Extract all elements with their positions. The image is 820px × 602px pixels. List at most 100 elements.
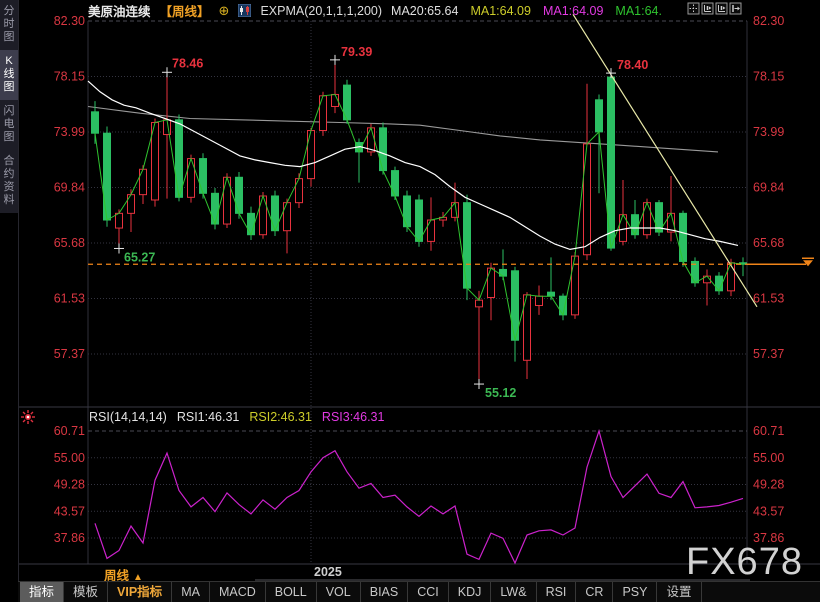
candlestick-chart-icon [238,4,251,18]
candle-body[interactable] [104,133,111,220]
price-annotation: 55.12 [485,386,516,400]
trendline[interactable] [573,14,757,307]
candle-body[interactable] [488,268,495,297]
tab-PSY[interactable]: PSY [613,582,657,602]
rsi1-value: RSI1:46.31 [177,410,240,424]
add-indicator-icon[interactable]: ⊕ [219,3,230,19]
rsi-axis-label-left: 37.86 [54,531,85,545]
candle-body[interactable] [680,213,687,261]
indicator-burst-icon[interactable] [23,420,25,422]
candle-body[interactable] [236,177,243,213]
y-axis-label-right: 69.84 [753,181,784,195]
indicator-burst-icon [27,416,30,419]
tab-模板[interactable]: 模板 [64,582,108,602]
candle-body[interactable] [416,200,423,241]
ma-value-1: MA1:64.09 [470,4,530,18]
period-tag: 【周线】 [160,1,210,20]
tab-MA[interactable]: MA [172,582,210,602]
rsi-header: RSI(14,14,14) RSI1:46.31 RSI2:46.31 RSI3… [89,410,384,424]
app-window: 82.3082.3078.1578.1573.9973.9969.8469.84… [0,0,820,602]
candle-body[interactable] [464,203,471,288]
candle-body[interactable] [116,213,123,228]
price-annotation: 65.27 [124,250,155,264]
y-axis-label-right: 73.99 [753,125,784,139]
rsi-axis-label-left: 60.71 [54,424,85,438]
tab-BOLL[interactable]: BOLL [266,582,317,602]
watermark: FX678 [686,541,803,584]
candle-body[interactable] [548,292,555,296]
candle-body[interactable] [320,96,327,131]
candle-body[interactable] [308,131,315,179]
tab-RSI[interactable]: RSI [537,582,577,602]
candle-body[interactable] [212,193,219,224]
instrument-title: 美原油连续 [88,1,151,20]
y-axis-label-left: 78.15 [54,70,85,84]
candle-body[interactable] [248,213,255,234]
tab-指标[interactable]: 指标 [20,582,64,602]
rsi2-value: RSI2:46.31 [249,410,312,424]
candle-body[interactable] [140,169,147,194]
price-marker-icon[interactable] [803,260,813,266]
y-axis-label-left: 61.53 [54,292,85,306]
candle-body[interactable] [500,269,507,276]
candle-body[interactable] [584,144,591,255]
sidebar: 分时图K线图闪电图合约资料 [0,0,19,602]
chart-header: 美原油连续 【周线】 ⊕ EXPMA(20,1,1,1,200) MA20:65… [88,2,662,19]
ma-value-0: MA20:65.64 [391,4,458,18]
rsi-axis-label-right: 55.00 [753,451,784,465]
ma-value-3: MA1:64. [615,4,662,18]
rsi-line [95,431,743,563]
ma-values: MA20:65.64 MA1:64.09 MA1:64.09 MA1:64. [391,4,662,18]
rsi-indicator-label: RSI(14,14,14) [89,410,167,424]
price-annotation: 78.46 [172,56,203,70]
sidebar-tab-0[interactable]: 分时图 [0,0,18,50]
ma-value-2: MA1:64.09 [543,4,603,18]
y-axis-label-left: 57.37 [54,347,85,361]
y-axis-label-left: 65.68 [54,236,85,250]
tab-CR[interactable]: CR [576,582,613,602]
tab-BIAS[interactable]: BIAS [361,582,409,602]
candle-body[interactable] [428,220,435,241]
indicator-tab-bar: 指标模板VIP指标MAMACDBOLLVOLBIASCCIKDJLW&RSICR… [18,581,820,602]
tab-CCI[interactable]: CCI [408,582,449,602]
chart-canvas[interactable]: 82.3082.3078.1578.1573.9973.9969.8469.84… [0,0,820,602]
candle-body[interactable] [572,256,579,315]
y-axis-label-left: 82.30 [54,14,85,28]
candle-body[interactable] [404,196,411,227]
rsi-axis-label-right: 43.57 [753,504,784,518]
sidebar-tab-3[interactable]: 合约资料 [0,150,18,213]
candle-body[interactable] [476,300,483,307]
rsi-axis-label-left: 43.57 [54,504,85,518]
candle-body[interactable] [176,120,183,197]
candle-body[interactable] [92,112,99,133]
candle-body[interactable] [596,100,603,132]
candle-body[interactable] [728,263,735,291]
tab-KDJ[interactable]: KDJ [449,582,492,602]
tab-VIP指标[interactable]: VIP指标 [108,582,172,602]
candle-body[interactable] [632,215,639,235]
candle-body[interactable] [392,171,399,196]
sidebar-tab-1[interactable]: K线图 [0,50,18,100]
indicator-burst-icon[interactable] [23,412,25,414]
candle-body[interactable] [284,203,291,231]
y-axis-label-right: 78.15 [753,70,784,84]
candle-body[interactable] [560,296,567,315]
candle-body[interactable] [128,195,135,214]
indicator-burst-icon[interactable] [31,420,33,422]
indicator-burst-icon[interactable] [31,412,33,414]
x-axis-year-label: 2025 [314,565,342,579]
y-axis-label-right: 82.30 [753,14,784,28]
candle-body[interactable] [152,123,159,200]
tab-VOL[interactable]: VOL [317,582,361,602]
candle-body[interactable] [380,128,387,171]
candle-body[interactable] [200,159,207,194]
tab-设置[interactable]: 设置 [657,582,701,602]
price-annotation: 79.39 [341,45,372,59]
candle-body[interactable] [536,296,543,305]
candle-body[interactable] [296,179,303,203]
tab-LW&[interactable]: LW& [491,582,536,602]
tab-MACD[interactable]: MACD [210,582,266,602]
y-axis-label-right: 61.53 [753,292,784,306]
sidebar-tab-2[interactable]: 闪电图 [0,100,18,150]
candle-body[interactable] [716,276,723,291]
